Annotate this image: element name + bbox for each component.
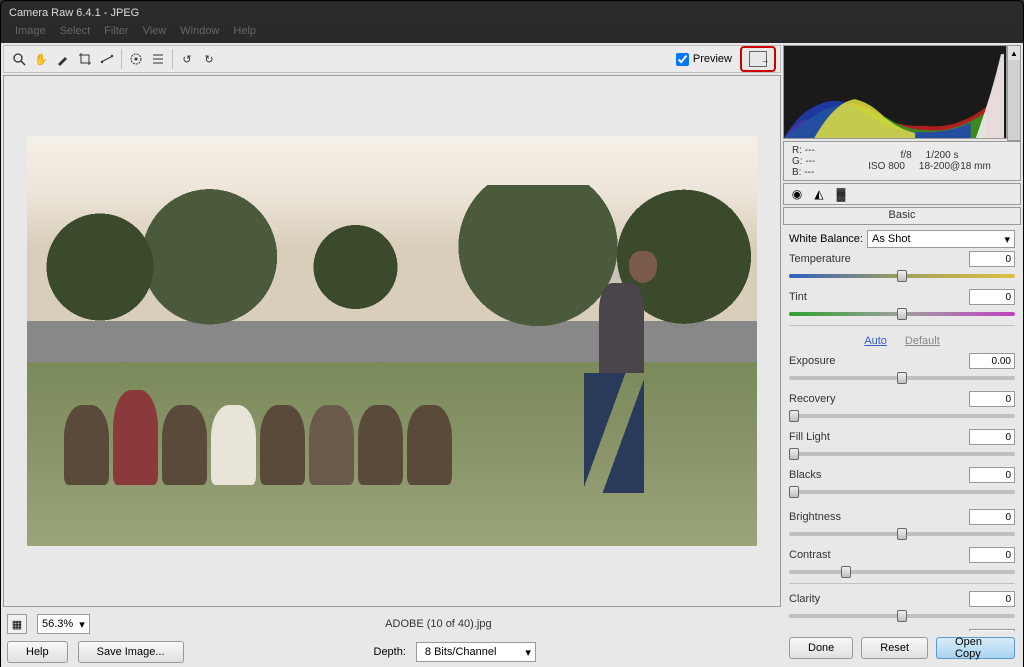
histogram-scrollbar[interactable]: ▲ [1007, 45, 1021, 141]
tab-basic-icon[interactable]: ◉ [788, 186, 806, 202]
help-button[interactable]: Help [7, 641, 68, 663]
filllight-slider[interactable] [789, 447, 1015, 461]
depth-label: Depth: [374, 646, 406, 658]
tab-detail-icon[interactable]: ▓ [832, 186, 850, 202]
save-image-button[interactable]: Save Image... [78, 641, 184, 663]
eyedropper-icon[interactable] [54, 50, 72, 68]
contrast-slider[interactable] [789, 565, 1015, 579]
rotate-ccw-icon[interactable]: ↺ [178, 50, 196, 68]
rgb-r: R: --- [792, 145, 847, 156]
exif-fstop: f/8 [901, 150, 912, 161]
depth-select[interactable]: 8 Bits/Channel ▾ [416, 642, 536, 662]
rgb-g: G: --- [792, 156, 847, 167]
exif-info: R: --- G: --- B: --- f/8 1/200 s ISO 800 1… [783, 141, 1021, 181]
menu-select[interactable]: Select [60, 25, 91, 43]
chevron-down-icon: ▾ [79, 618, 85, 631]
exposure-label: Exposure [789, 355, 969, 367]
zoom-value: 56.3% [42, 618, 73, 630]
basic-panel: White Balance: As Shot ▾ Temperature Tin… [783, 229, 1021, 631]
menu-image[interactable]: Image [15, 25, 46, 43]
blacks-value[interactable] [969, 467, 1015, 483]
auto-link[interactable]: Auto [864, 335, 887, 347]
fullscreen-icon: → [749, 51, 767, 67]
exif-iso: ISO 800 [868, 161, 905, 172]
depth-value: 8 Bits/Channel [425, 646, 497, 658]
exif-shutter: 1/200 s [926, 150, 959, 161]
white-balance-select[interactable]: As Shot ▾ [867, 230, 1015, 248]
brightness-value[interactable] [969, 509, 1015, 525]
tint-value[interactable] [969, 289, 1015, 305]
filename-label: ADOBE (10 of 40).jpg [100, 618, 777, 630]
tint-label: Tint [789, 291, 969, 303]
wb-value: As Shot [872, 233, 911, 245]
clarity-value[interactable] [969, 591, 1015, 607]
list-icon[interactable] [149, 50, 167, 68]
blacks-label: Blacks [789, 469, 969, 481]
menu-help[interactable]: Help [233, 25, 256, 43]
exif-lens: 18-200@18 mm [919, 161, 991, 172]
recovery-slider[interactable] [789, 409, 1015, 423]
target-adjustment-icon[interactable] [127, 50, 145, 68]
brightness-slider[interactable] [789, 527, 1015, 541]
window-title: Camera Raw 6.4.1 - JPEG [9, 7, 139, 19]
temperature-label: Temperature [789, 253, 969, 265]
preview-checkbox-input[interactable] [676, 53, 689, 66]
brightness-label: Brightness [789, 511, 969, 523]
panel-tabs: ◉ ◭ ▓ [783, 183, 1021, 205]
reset-button[interactable]: Reset [861, 637, 928, 659]
menubar: Image Select Filter View Window Help [1, 25, 1023, 43]
thumbnail-toggle-icon[interactable]: ▦ [7, 614, 27, 634]
fullscreen-button[interactable]: → [740, 46, 776, 72]
recovery-value[interactable] [969, 391, 1015, 407]
exposure-slider[interactable] [789, 371, 1015, 385]
zoom-tool-icon[interactable] [10, 50, 28, 68]
temperature-value[interactable] [969, 251, 1015, 267]
preview-checkbox[interactable]: Preview [676, 53, 732, 66]
preview-label: Preview [693, 53, 732, 65]
exposure-value[interactable] [969, 353, 1015, 369]
chevron-down-icon: ▾ [525, 646, 531, 659]
dialog-buttons: Done Reset Open Copy [783, 631, 1021, 665]
photo-content [27, 136, 757, 546]
histogram[interactable] [783, 45, 1007, 139]
chevron-down-icon: ▾ [1004, 233, 1010, 246]
blacks-slider[interactable] [789, 485, 1015, 499]
image-preview[interactable] [3, 75, 781, 607]
crop-tool-icon[interactable] [76, 50, 94, 68]
temperature-slider[interactable] [789, 269, 1015, 283]
hand-tool-icon[interactable]: ✋ [32, 50, 50, 68]
wb-label: White Balance: [789, 233, 863, 245]
menu-window[interactable]: Window [180, 25, 219, 43]
panel-title: Basic [783, 207, 1021, 225]
menu-view[interactable]: View [143, 25, 167, 43]
toolbar: ✋ ↺ ↻ Preview → [3, 45, 781, 73]
straighten-tool-icon[interactable] [98, 50, 116, 68]
bottom-bar-1: ▦ 56.3% ▾ ADOBE (10 of 40).jpg [3, 609, 781, 639]
tab-curve-icon[interactable]: ◭ [810, 186, 828, 202]
contrast-value[interactable] [969, 547, 1015, 563]
filllight-value[interactable] [969, 429, 1015, 445]
filllight-label: Fill Light [789, 431, 969, 443]
done-button[interactable]: Done [789, 637, 853, 659]
menu-filter[interactable]: Filter [104, 25, 128, 43]
default-link[interactable]: Default [905, 335, 940, 347]
bottom-bar-2: Help Save Image... Depth: 8 Bits/Channel… [3, 639, 781, 665]
titlebar: Camera Raw 6.4.1 - JPEG [1, 1, 1023, 25]
contrast-label: Contrast [789, 549, 969, 561]
rotate-cw-icon[interactable]: ↻ [200, 50, 218, 68]
recovery-label: Recovery [789, 393, 969, 405]
rgb-b: B: --- [792, 167, 847, 178]
clarity-label: Clarity [789, 593, 969, 605]
zoom-select[interactable]: 56.3% ▾ [37, 614, 90, 634]
open-copy-button[interactable]: Open Copy [936, 637, 1015, 659]
clarity-slider[interactable] [789, 609, 1015, 623]
tint-slider[interactable] [789, 307, 1015, 321]
